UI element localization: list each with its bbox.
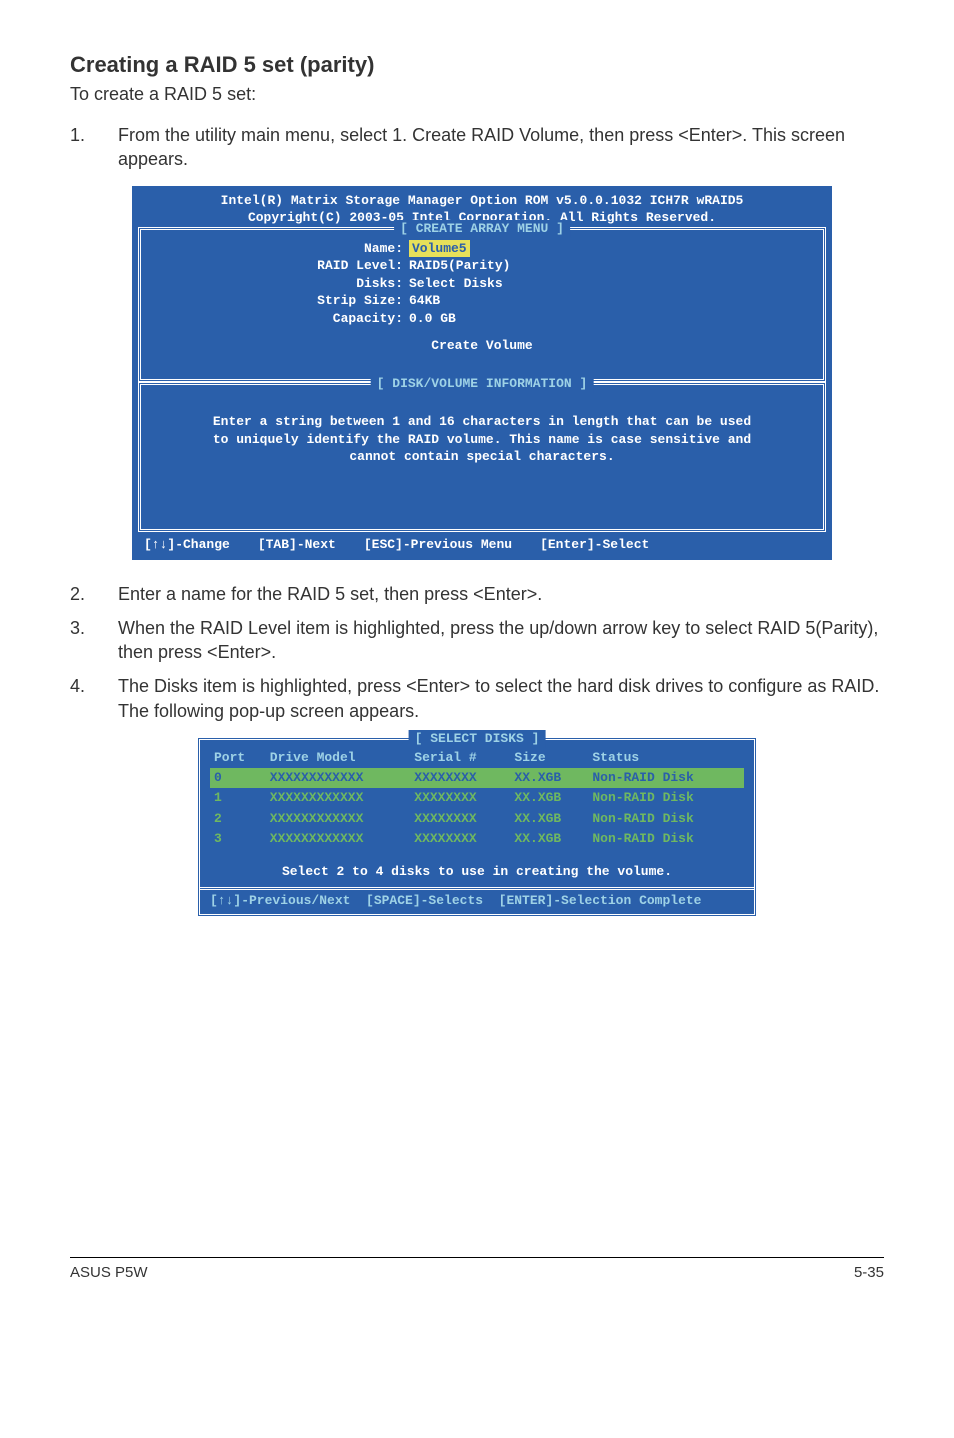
col-model: Drive Model: [266, 748, 411, 768]
cell-port: 1: [210, 788, 266, 808]
create-array-menu-title: [ CREATE ARRAY MENU ]: [394, 220, 570, 238]
cell-size: XX.XGB: [510, 768, 588, 788]
field-strip-size-value[interactable]: 64KB: [409, 292, 440, 310]
footer-right: 5-35: [854, 1264, 884, 1281]
cell-port: 2: [210, 809, 266, 829]
field-strip-size-label: Strip Size:: [273, 292, 409, 310]
cell-model: XXXXXXXXXXXX: [266, 829, 411, 849]
cell-port: 0: [210, 768, 266, 788]
cell-status: Non-RAID Disk: [588, 788, 744, 808]
step-4: 4. The Disks item is highlighted, press …: [70, 674, 884, 723]
cell-model: XXXXXXXXXXXX: [266, 768, 411, 788]
cell-status: Non-RAID Disk: [588, 829, 744, 849]
bios-create-array-screen: Intel(R) Matrix Storage Manager Option R…: [132, 186, 832, 560]
col-size: Size: [510, 748, 588, 768]
select-disks-title: [ SELECT DISKS ]: [409, 730, 546, 748]
cell-serial: XXXXXXXX: [410, 768, 510, 788]
cell-model: XXXXXXXXXXXX: [266, 809, 411, 829]
col-status: Status: [588, 748, 744, 768]
footer-left: ASUS P5W: [70, 1264, 148, 1281]
disk-row[interactable]: 0 XXXXXXXXXXXX XXXXXXXX XX.XGB Non-RAID …: [210, 768, 744, 788]
step-1-number: 1.: [70, 123, 118, 172]
disk-row[interactable]: 3 XXXXXXXXXXXX XXXXXXXX XX.XGB Non-RAID …: [210, 829, 744, 849]
select-disks-screen: [ SELECT DISKS ] Port Drive Model Serial…: [197, 737, 757, 917]
cell-status: Non-RAID Disk: [588, 768, 744, 788]
cell-size: XX.XGB: [510, 809, 588, 829]
section-heading: Creating a RAID 5 set (parity): [70, 52, 884, 78]
bios-header-line1: Intel(R) Matrix Storage Manager Option R…: [132, 192, 832, 210]
select-disks-instruction: Select 2 to 4 disks to use in creating t…: [210, 863, 744, 881]
disk-row[interactable]: 2 XXXXXXXXXXXX XXXXXXXX XX.XGB Non-RAID …: [210, 809, 744, 829]
cell-serial: XXXXXXXX: [410, 788, 510, 808]
step-4-number: 4.: [70, 674, 118, 723]
cell-port: 3: [210, 829, 266, 849]
step-2-number: 2.: [70, 582, 118, 606]
disk-volume-info-title: [ DISK/VOLUME INFORMATION ]: [371, 375, 594, 393]
step-1-text: From the utility main menu, select 1. Cr…: [118, 123, 884, 172]
cell-serial: XXXXXXXX: [410, 829, 510, 849]
intro-text: To create a RAID 5 set:: [70, 84, 884, 105]
help-text-line3: cannot contain special characters.: [153, 448, 811, 466]
field-name-value[interactable]: Volume5: [409, 240, 470, 258]
step-2-text: Enter a name for the RAID 5 set, then pr…: [118, 582, 884, 606]
field-capacity-value[interactable]: 0.0 GB: [409, 310, 456, 328]
field-capacity-label: Capacity:: [273, 310, 409, 328]
step-3-text: When the RAID Level item is highlighted,…: [118, 616, 884, 665]
create-array-menu-box: [ CREATE ARRAY MENU ] Name: Volume5 RAID…: [138, 227, 826, 382]
create-volume-action[interactable]: Create Volume: [153, 337, 811, 355]
cell-model: XXXXXXXXXXXX: [266, 788, 411, 808]
bios-footer-hints: [↑↓]-Change [TAB]-Next [ESC]-Previous Me…: [132, 532, 832, 560]
col-port: Port: [210, 748, 266, 768]
field-raid-level-value[interactable]: RAID5(Parity): [409, 257, 510, 275]
field-raid-level-label: RAID Level:: [273, 257, 409, 275]
step-3: 3. When the RAID Level item is highlight…: [70, 616, 884, 665]
help-text-line1: Enter a string between 1 and 16 characte…: [153, 413, 811, 431]
step-2: 2. Enter a name for the RAID 5 set, then…: [70, 582, 884, 606]
cell-size: XX.XGB: [510, 788, 588, 808]
disk-volume-info-box: [ DISK/VOLUME INFORMATION ] Enter a stri…: [138, 382, 826, 532]
step-1: 1. From the utility main menu, select 1.…: [70, 123, 884, 172]
step-3-number: 3.: [70, 616, 118, 665]
disk-table: Port Drive Model Serial # Size Status 0 …: [210, 748, 744, 849]
step-4-text: The Disks item is highlighted, press <En…: [118, 674, 884, 723]
cell-size: XX.XGB: [510, 829, 588, 849]
select-disks-footer-hints: [↑↓]-Previous/Next [SPACE]-Selects [ENTE…: [200, 887, 754, 914]
disk-row[interactable]: 1 XXXXXXXXXXXX XXXXXXXX XX.XGB Non-RAID …: [210, 788, 744, 808]
help-text-line2: to uniquely identify the RAID volume. Th…: [153, 431, 811, 449]
page-footer: ASUS P5W 5-35: [70, 1257, 884, 1281]
col-serial: Serial #: [410, 748, 510, 768]
hint-previous: [ESC]-Previous Menu: [364, 536, 512, 554]
field-disks-value[interactable]: Select Disks: [409, 275, 503, 293]
hint-next: [TAB]-Next: [258, 536, 336, 554]
hint-select: [Enter]-Select: [540, 536, 649, 554]
disk-table-header: Port Drive Model Serial # Size Status: [210, 748, 744, 768]
field-disks-label: Disks:: [273, 275, 409, 293]
field-name-label: Name:: [273, 240, 409, 258]
cell-serial: XXXXXXXX: [410, 809, 510, 829]
hint-change: [↑↓]-Change: [144, 536, 230, 554]
cell-status: Non-RAID Disk: [588, 809, 744, 829]
